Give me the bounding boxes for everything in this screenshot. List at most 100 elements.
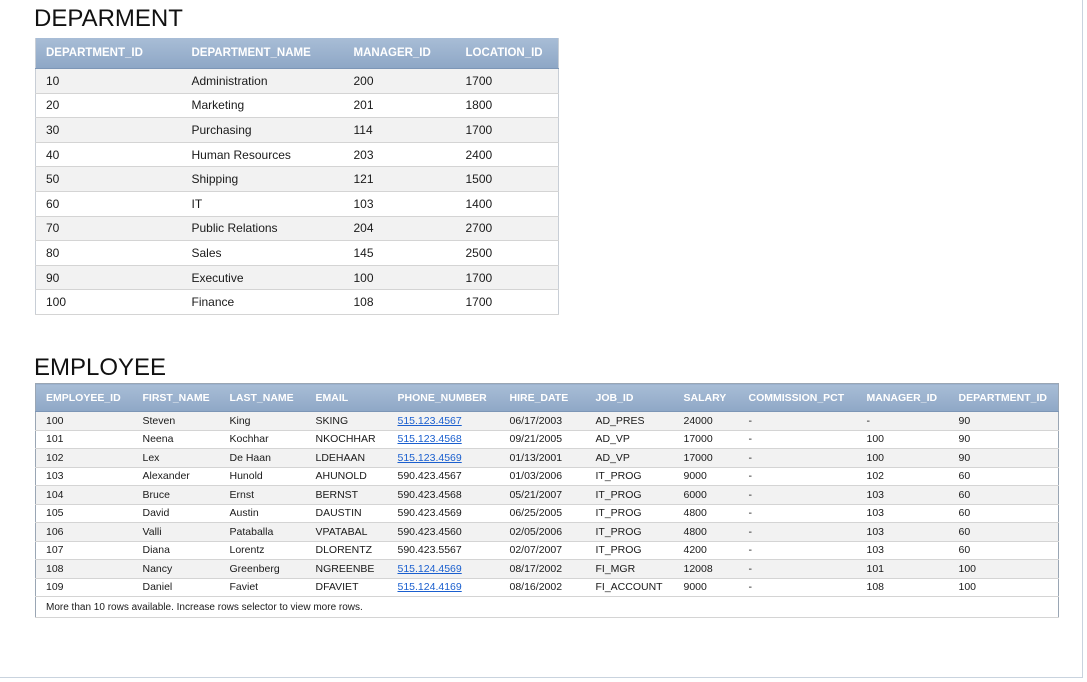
cell-manager-id: 100 bbox=[856, 448, 949, 468]
column-header-department-id[interactable]: DEPARTMENT_ID bbox=[35, 38, 182, 69]
column-header-hire-date[interactable]: HIRE_DATE bbox=[499, 383, 586, 412]
table-row: 100 Finance 108 1700 bbox=[35, 289, 559, 315]
cell-first-name: Valli bbox=[132, 522, 220, 542]
cell-manager-id: 121 bbox=[343, 166, 456, 192]
cell-job-id: IT_PROG bbox=[585, 467, 674, 486]
cell-department-name: Purchasing bbox=[181, 117, 344, 143]
cell-job-id: IT_PROG bbox=[585, 485, 674, 505]
cell-hire-date: 09/21/2005 bbox=[499, 430, 586, 449]
column-header-first-name[interactable]: FIRST_NAME bbox=[132, 383, 220, 412]
cell-manager-id: 204 bbox=[343, 216, 456, 242]
cell-hire-date: 02/07/2007 bbox=[499, 541, 586, 560]
cell-email: AHUNOLD bbox=[305, 467, 388, 486]
cell-salary: 17000 bbox=[673, 448, 739, 468]
cell-location-id: 1700 bbox=[455, 265, 559, 291]
cell-department-id: 60 bbox=[948, 467, 1059, 486]
column-header-employee-id[interactable]: EMPLOYEE_ID bbox=[35, 383, 133, 412]
phone-number-link[interactable]: 515.124.4169 bbox=[398, 581, 462, 593]
column-header-email[interactable]: EMAIL bbox=[305, 383, 388, 412]
phone-number-link[interactable]: 515.123.4568 bbox=[398, 433, 462, 445]
cell-manager-id: 103 bbox=[856, 485, 949, 505]
phone-number-link[interactable]: 515.124.4569 bbox=[398, 563, 462, 575]
cell-commission-pct: - bbox=[738, 522, 857, 542]
cell-manager-id: 114 bbox=[343, 117, 456, 143]
cell-salary: 4800 bbox=[673, 522, 739, 542]
cell-hire-date: 06/25/2005 bbox=[499, 504, 586, 523]
cell-phone-number: 515.124.4169 bbox=[387, 578, 500, 597]
column-header-job-id[interactable]: JOB_ID bbox=[585, 383, 674, 412]
cell-manager-id: 103 bbox=[343, 191, 456, 217]
cell-department-id: 60 bbox=[948, 485, 1059, 505]
cell-hire-date: 05/21/2007 bbox=[499, 485, 586, 505]
table-row: 90 Executive 100 1700 bbox=[35, 265, 559, 291]
cell-department-name: IT bbox=[181, 191, 344, 217]
cell-job-id: AD_PRES bbox=[585, 411, 674, 431]
cell-last-name: Lorentz bbox=[219, 541, 306, 560]
cell-last-name: Hunold bbox=[219, 467, 306, 486]
cell-phone-number: 515.124.4569 bbox=[387, 559, 500, 579]
table-row: 102 Lex De Haan LDEHAAN 515.123.4569 01/13/20… bbox=[35, 448, 1059, 468]
phone-number-link[interactable]: 515.123.4567 bbox=[398, 415, 462, 427]
cell-salary: 4200 bbox=[673, 541, 739, 560]
column-header-department-name[interactable]: DEPARTMENT_NAME bbox=[181, 38, 344, 69]
cell-manager-id: 108 bbox=[856, 578, 949, 597]
phone-number-link[interactable]: 515.123.4569 bbox=[398, 452, 462, 464]
column-header-commission-pct[interactable]: COMMISSION_PCT bbox=[738, 383, 857, 412]
department-title: DEPARMENT bbox=[34, 5, 183, 32]
cell-email: VPATABAL bbox=[305, 522, 388, 542]
cell-department-id: 60 bbox=[35, 191, 182, 217]
column-header-phone-number[interactable]: PHONE_NUMBER bbox=[387, 383, 500, 412]
cell-location-id: 1700 bbox=[455, 289, 559, 315]
cell-location-id: 2700 bbox=[455, 216, 559, 242]
department-header-row: DEPARTMENT_ID DEPARTMENT_NAME MANAGER_ID… bbox=[35, 38, 559, 69]
column-header-department-id[interactable]: DEPARTMENT_ID bbox=[948, 383, 1059, 412]
cell-first-name: David bbox=[132, 504, 220, 523]
cell-phone-number: 590.423.4567 bbox=[387, 467, 500, 486]
cell-employee-id: 109 bbox=[35, 578, 133, 597]
column-header-location-id[interactable]: LOCATION_ID bbox=[455, 38, 559, 69]
cell-hire-date: 08/16/2002 bbox=[499, 578, 586, 597]
cell-department-id: 60 bbox=[948, 541, 1059, 560]
column-header-last-name[interactable]: LAST_NAME bbox=[219, 383, 306, 412]
cell-department-id: 100 bbox=[948, 578, 1059, 597]
cell-department-id: 80 bbox=[35, 240, 182, 266]
cell-department-id: 100 bbox=[948, 559, 1059, 579]
cell-email: NGREENBE bbox=[305, 559, 388, 579]
table-row: 70 Public Relations 204 2700 bbox=[35, 216, 559, 242]
employee-title: EMPLOYEE bbox=[34, 354, 167, 381]
cell-salary: 24000 bbox=[673, 411, 739, 431]
cell-job-id: AD_VP bbox=[585, 430, 674, 449]
cell-first-name: Neena bbox=[132, 430, 220, 449]
table-row: 10 Administration 200 1700 bbox=[35, 68, 559, 94]
cell-manager-id: 103 bbox=[856, 522, 949, 542]
cell-manager-id: 200 bbox=[343, 68, 456, 94]
department-table: DEPARTMENT_ID DEPARTMENT_NAME MANAGER_ID… bbox=[35, 38, 559, 315]
cell-location-id: 1700 bbox=[455, 117, 559, 143]
cell-department-name: Executive bbox=[181, 265, 344, 291]
column-header-salary[interactable]: SALARY bbox=[673, 383, 739, 412]
cell-employee-id: 101 bbox=[35, 430, 133, 449]
table-row: 105 David Austin DAUSTIN 590.423.4569 06/25/2… bbox=[35, 504, 1059, 523]
cell-phone-number: 515.123.4568 bbox=[387, 430, 500, 449]
cell-first-name: Diana bbox=[132, 541, 220, 560]
cell-commission-pct: - bbox=[738, 504, 857, 523]
cell-manager-id: 103 bbox=[856, 541, 949, 560]
cell-department-name: Sales bbox=[181, 240, 344, 266]
cell-department-id: 10 bbox=[35, 68, 182, 94]
table-row: 60 IT 103 1400 bbox=[35, 191, 559, 217]
cell-manager-id: 201 bbox=[343, 93, 456, 119]
cell-job-id: AD_VP bbox=[585, 448, 674, 468]
cell-email: SKING bbox=[305, 411, 388, 431]
cell-job-id: IT_PROG bbox=[585, 504, 674, 523]
cell-last-name: King bbox=[219, 411, 306, 431]
cell-manager-id: 101 bbox=[856, 559, 949, 579]
cell-commission-pct: - bbox=[738, 467, 857, 486]
cell-location-id: 2500 bbox=[455, 240, 559, 266]
cell-employee-id: 102 bbox=[35, 448, 133, 468]
column-header-manager-id[interactable]: MANAGER_ID bbox=[343, 38, 456, 69]
cell-first-name: Steven bbox=[132, 411, 220, 431]
column-header-manager-id[interactable]: MANAGER_ID bbox=[856, 383, 949, 412]
cell-commission-pct: - bbox=[738, 448, 857, 468]
cell-location-id: 1400 bbox=[455, 191, 559, 217]
cell-phone-number: 590.423.5567 bbox=[387, 541, 500, 560]
